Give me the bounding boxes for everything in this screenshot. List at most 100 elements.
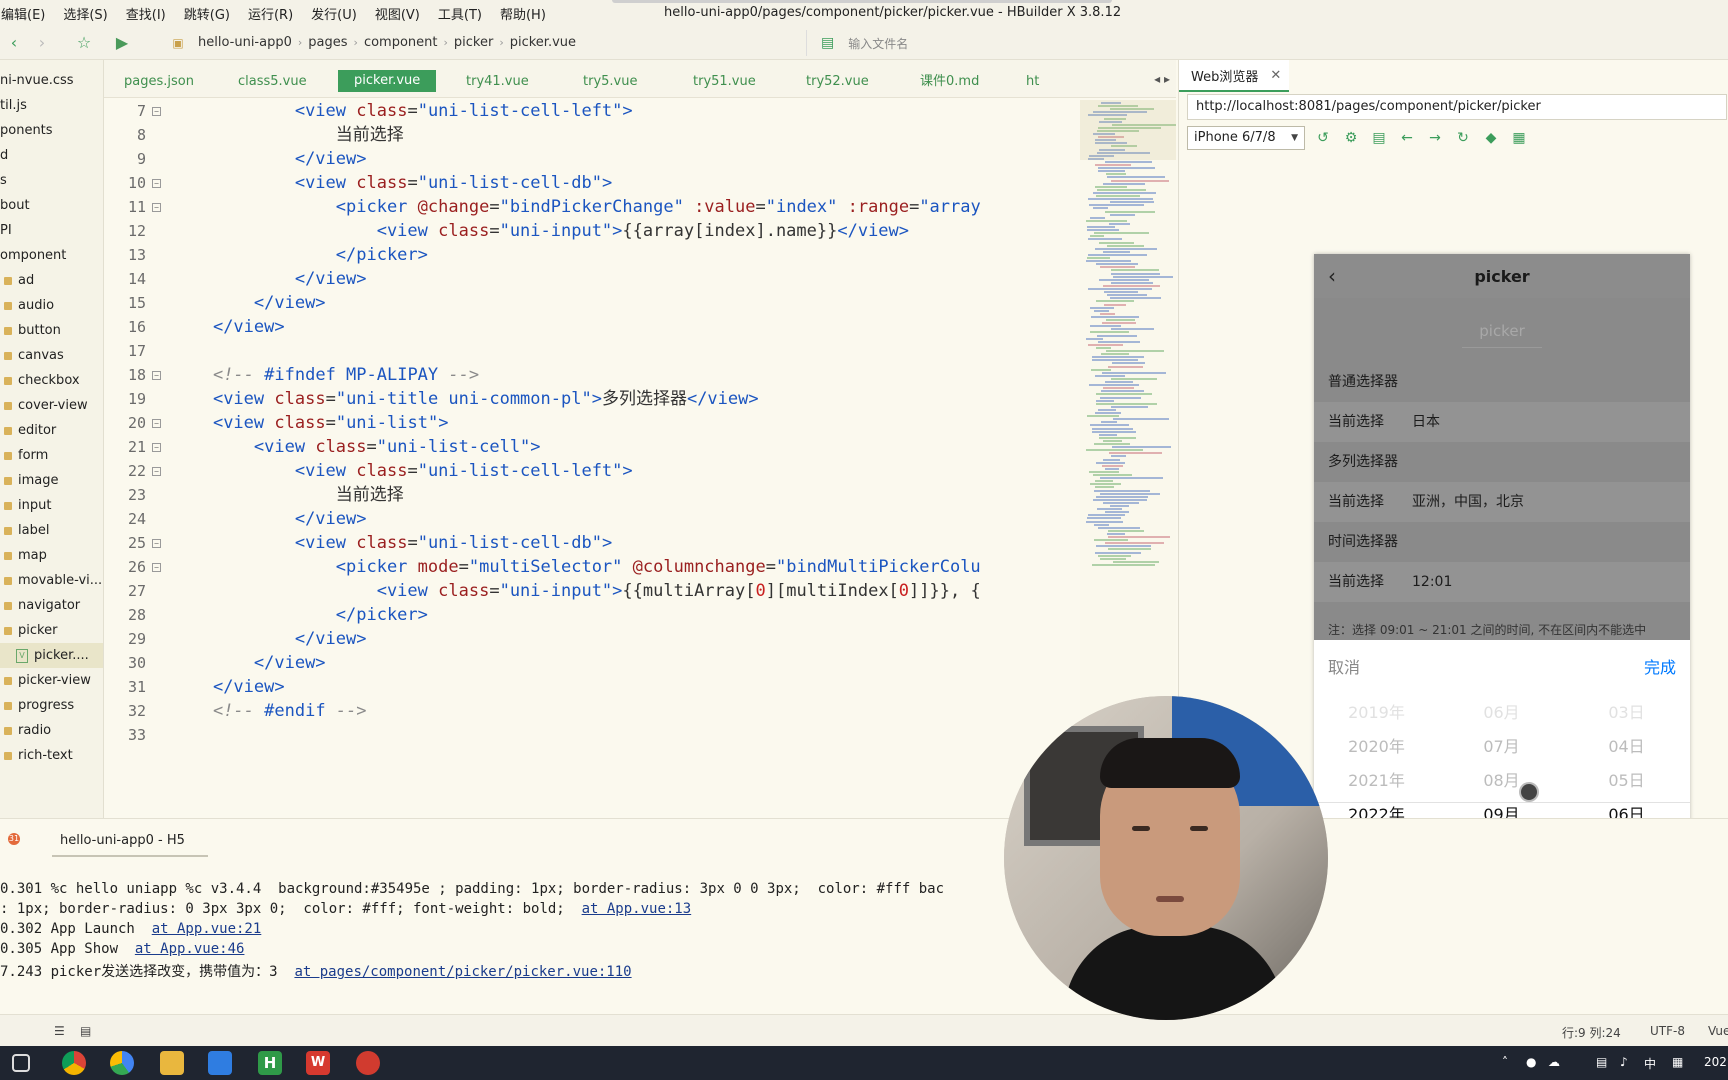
file-tree-item[interactable]: audio <box>0 293 103 318</box>
file-tree-item[interactable]: s <box>0 168 103 193</box>
menu-item[interactable]: 视图(V) <box>366 4 429 23</box>
picker-option[interactable]: 05日 <box>1564 764 1689 798</box>
menu-item[interactable]: 编辑(E) <box>0 4 54 23</box>
star-icon[interactable]: ☆ <box>70 29 98 57</box>
arrow-left-icon[interactable]: ← <box>1397 128 1417 148</box>
network-icon[interactable]: ▤ <box>1596 1055 1607 1069</box>
ime-grid-icon[interactable]: ▦ <box>1672 1055 1683 1069</box>
task-view-icon[interactable] <box>12 1054 30 1072</box>
terminal-icon[interactable]: ▤ <box>80 1024 91 1038</box>
minimap-viewport[interactable] <box>1080 100 1176 160</box>
file-tree-item[interactable]: radio <box>0 718 103 743</box>
file-tree-item[interactable]: picker-view <box>0 668 103 693</box>
editor-tab[interactable]: try5.vue <box>583 71 637 93</box>
breadcrumb-item[interactable]: picker.vue <box>510 35 576 50</box>
file-tree-item[interactable]: d <box>0 143 103 168</box>
console-source-link[interactable]: at pages/component/picker/picker.vue:110 <box>294 964 631 980</box>
file-tree-item[interactable]: form <box>0 443 103 468</box>
fold-toggle-icon[interactable]: − <box>152 443 161 452</box>
file-tree-item[interactable]: movable-vi... <box>0 568 103 593</box>
row-multi-picker[interactable]: 当前选择 亚洲，中国，北京 <box>1314 482 1690 522</box>
console-tab[interactable]: hello-uni-app0 - H5 <box>60 833 185 848</box>
breadcrumb-item[interactable]: component <box>364 35 438 50</box>
record-icon[interactable] <box>356 1051 380 1075</box>
code-editor[interactable]: <view class="uni-list-cell-left"> 当前选择 <… <box>172 98 1072 810</box>
list-icon[interactable]: ☰ <box>54 1024 65 1038</box>
picker-option[interactable]: 2021年 <box>1314 764 1439 798</box>
breadcrumb-item[interactable]: hello-uni-app0 <box>198 35 292 50</box>
editor-tab[interactable]: class5.vue <box>238 71 307 93</box>
file-tree-item[interactable]: label <box>0 518 103 543</box>
menu-item[interactable]: 运行(R) <box>239 4 302 23</box>
editor-tab[interactable]: ht <box>1026 71 1039 93</box>
menu-item[interactable]: 工具(T) <box>429 4 491 23</box>
file-tree-item[interactable]: input <box>0 493 103 518</box>
run-icon[interactable]: ▶ <box>108 29 136 57</box>
file-tree-item[interactable]: ponents <box>0 118 103 143</box>
fold-toggle-icon[interactable]: − <box>152 419 161 428</box>
file-tree-item[interactable]: navigator <box>0 593 103 618</box>
hbuilder-icon[interactable]: H <box>258 1051 282 1075</box>
row-normal-picker[interactable]: 当前选择 日本 <box>1314 402 1690 442</box>
picker-option[interactable]: 06月 <box>1439 696 1564 730</box>
breadcrumb-item[interactable]: picker <box>454 35 493 50</box>
editor-tab[interactable]: try41.vue <box>466 71 529 93</box>
file-tree-item[interactable]: ad <box>0 268 103 293</box>
console-icon[interactable]: ▤ <box>1369 128 1389 148</box>
editor-tab[interactable]: 课件0.md <box>920 71 979 93</box>
picker-option[interactable]: 03日 <box>1564 696 1689 730</box>
file-tree-item[interactable]: checkbox <box>0 368 103 393</box>
url-input[interactable]: http://localhost:8081/pages/component/pi… <box>1187 94 1727 120</box>
chrome-icon[interactable] <box>62 1051 86 1075</box>
clock[interactable]: 202 <box>1704 1055 1727 1069</box>
back-icon[interactable]: ‹ <box>0 29 28 57</box>
menu-item[interactable]: 发行(U) <box>302 4 366 23</box>
fold-toggle-icon[interactable]: − <box>152 467 161 476</box>
device-select[interactable]: iPhone 6/7/8 ▼ <box>1187 126 1305 150</box>
fold-toggle-icon[interactable]: − <box>152 371 161 380</box>
console-source-link[interactable]: at App.vue:46 <box>135 941 245 957</box>
editor-tab[interactable]: pages.json <box>124 71 194 93</box>
breadcrumb-item[interactable]: pages <box>308 35 347 50</box>
row-time-picker[interactable]: 当前选择 12:01 <box>1314 562 1690 602</box>
menu-item[interactable]: 跳转(G) <box>175 4 239 23</box>
picker-option[interactable]: 2020年 <box>1314 730 1439 764</box>
fold-toggle-icon[interactable]: − <box>152 179 161 188</box>
arrow-right-icon[interactable]: → <box>1425 128 1445 148</box>
file-tree-item[interactable]: bout <box>0 193 103 218</box>
menu-item[interactable]: 查找(I) <box>117 4 175 23</box>
cursor-position[interactable]: 行:9 列:24 <box>1562 1024 1621 1041</box>
file-tree-item[interactable]: Vpicker.... <box>0 643 103 668</box>
fold-toggle-icon[interactable]: − <box>152 563 161 572</box>
fold-toggle-icon[interactable]: − <box>152 107 161 116</box>
picker-option[interactable]: 2019年 <box>1314 696 1439 730</box>
tab-scroll-arrows-icon[interactable]: ◂ ▸ <box>1154 72 1170 86</box>
folder-icon[interactable] <box>160 1051 184 1075</box>
picker-option[interactable]: 04日 <box>1564 730 1689 764</box>
wps-icon[interactable]: W <box>306 1051 330 1075</box>
ime-indicator[interactable]: 中 <box>1644 1055 1656 1072</box>
file-tree-item[interactable]: til.js <box>0 93 103 118</box>
file-tree-item[interactable]: button <box>0 318 103 343</box>
file-search-input[interactable]: ▤ 输入文件名 <box>806 30 1366 56</box>
mic-icon[interactable]: ● <box>1526 1055 1536 1069</box>
fold-toggle-icon[interactable]: − <box>152 203 161 212</box>
picker-option[interactable]: 08月 <box>1439 764 1564 798</box>
forward-icon[interactable]: › <box>28 29 56 57</box>
gear-icon[interactable]: ⚙ <box>1341 128 1361 148</box>
cloud-icon[interactable]: ☁ <box>1548 1055 1560 1069</box>
file-tree-item[interactable]: image <box>0 468 103 493</box>
file-tree-item[interactable]: progress <box>0 693 103 718</box>
file-tree-item[interactable]: picker <box>0 618 103 643</box>
app-icon[interactable] <box>208 1051 232 1075</box>
encoding[interactable]: UTF-8 <box>1650 1024 1685 1038</box>
file-tree-item[interactable]: map <box>0 543 103 568</box>
file-tree-item[interactable]: canvas <box>0 343 103 368</box>
tray-up-icon[interactable]: ˄ <box>1502 1055 1508 1069</box>
editor-tab[interactable]: try51.vue <box>693 71 756 93</box>
fold-toggle-icon[interactable]: − <box>152 539 161 548</box>
editor-tab[interactable]: try52.vue <box>806 71 869 93</box>
console-source-link[interactable]: at App.vue:13 <box>582 901 692 917</box>
qrcode-icon[interactable]: ▦ <box>1509 128 1529 148</box>
file-tree-item[interactable]: ni-nvue.css <box>0 68 103 93</box>
